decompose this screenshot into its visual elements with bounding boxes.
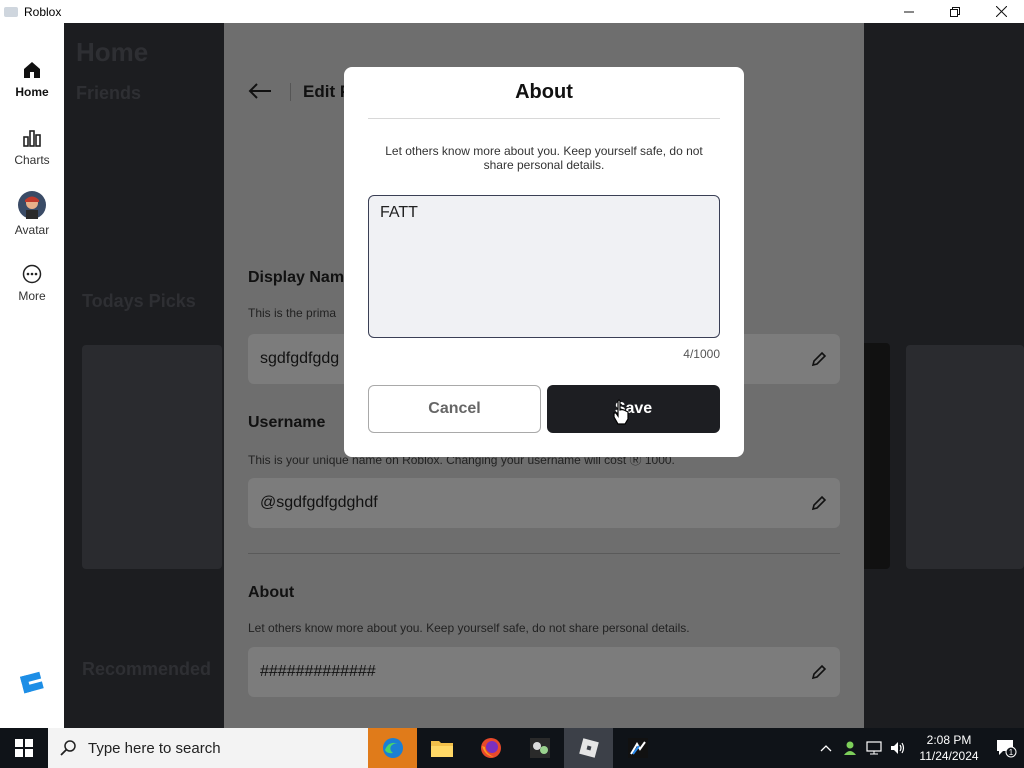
clock-time: 2:08 PM [926, 733, 972, 747]
sidebar-item-charts[interactable]: Charts [0, 127, 64, 167]
edit-profile-header: Edit P [248, 79, 351, 105]
sidebar-item-label: Avatar [14, 223, 50, 237]
about-desc: Let others know more about you. Keep you… [248, 621, 690, 635]
windows-icon [15, 739, 33, 757]
charts-icon [21, 127, 43, 149]
notification-icon[interactable]: 1 [988, 738, 1024, 758]
restore-button[interactable] [932, 0, 978, 23]
sidebar-item-home[interactable]: Home [0, 59, 64, 99]
username-value: @sgdfgdfgdghdf [260, 494, 378, 511]
display-name-desc: This is the prima [248, 306, 337, 320]
modal-description: Let others know more about you. Keep you… [385, 144, 703, 172]
taskbar-search[interactable]: Type here to search [48, 728, 368, 768]
start-button[interactable] [0, 728, 48, 768]
roblox-studio-icon[interactable] [613, 728, 662, 768]
cancel-button[interactable]: Cancel [368, 385, 541, 433]
modal-divider [368, 118, 720, 119]
username-title: Username [248, 414, 326, 431]
hand-cursor-icon [612, 399, 630, 425]
display-name-value: sgdfgdfgdg [260, 350, 340, 367]
background-game-card [906, 345, 1024, 569]
sidebar-item-label: More [18, 289, 46, 303]
roblox-studio-logo[interactable] [20, 671, 44, 695]
people-icon[interactable] [838, 740, 862, 756]
chevron-up-icon[interactable] [814, 744, 838, 752]
about-textarea[interactable] [368, 195, 720, 338]
edge-icon[interactable] [368, 728, 417, 768]
back-arrow-icon[interactable] [248, 79, 278, 105]
search-icon [60, 740, 76, 756]
background-recommended: Recommended [82, 659, 212, 679]
background-friends-heading: Friends [76, 83, 142, 103]
background-todays-picks: Todays Picks [82, 291, 196, 311]
volume-icon[interactable] [886, 741, 910, 755]
roblox-icon[interactable] [564, 728, 613, 768]
title-bar: Roblox [0, 0, 1024, 23]
taskbar: Type here to search 2:08 PM 11/24/2024 1 [0, 728, 1024, 768]
close-button[interactable] [978, 0, 1024, 23]
about-title: About [248, 584, 295, 601]
header-separator [290, 83, 291, 101]
firefox-icon[interactable] [466, 728, 515, 768]
home-icon [21, 59, 43, 81]
about-field[interactable]: ############# [248, 647, 840, 697]
network-icon[interactable] [862, 741, 886, 755]
minimize-button[interactable] [886, 0, 932, 23]
restore-icon [950, 6, 960, 17]
display-name-title: Display Nam [248, 269, 345, 286]
close-icon [995, 6, 1007, 17]
username-field[interactable]: @sgdfgdfgdghdf [248, 478, 840, 528]
section-divider [248, 553, 840, 554]
background-game-card [82, 345, 222, 569]
search-placeholder: Type here to search [88, 739, 221, 757]
pencil-icon[interactable] [810, 350, 828, 368]
sidebar-item-avatar[interactable]: Avatar [0, 191, 64, 237]
modal-title: About [515, 81, 573, 103]
save-button[interactable]: Save [547, 385, 720, 433]
about-value: ############# [260, 663, 376, 680]
more-icon [21, 263, 43, 285]
pencil-icon[interactable] [810, 494, 828, 512]
game-app-icon[interactable] [515, 728, 564, 768]
sidebar-item-label: Charts [14, 153, 50, 167]
sidebar-item-label: Home [15, 85, 49, 99]
clock-date: 11/24/2024 [919, 749, 979, 763]
minimize-icon [904, 11, 914, 12]
avatar-icon [18, 191, 46, 219]
character-counter: 4/1000 [683, 347, 720, 361]
window-title: Roblox [24, 4, 62, 19]
background-page-title: Home [76, 37, 149, 67]
about-modal: About Let others know more about you. Ke… [344, 67, 744, 457]
system-tray: 2:08 PM 11/24/2024 1 [814, 728, 1024, 768]
sidebar: Home Charts Avatar More [0, 23, 64, 728]
notification-count: 1 [1009, 748, 1014, 757]
sidebar-item-more[interactable]: More [0, 263, 64, 303]
roblox-window: Roblox Home Charts Avatar More Home Frie… [0, 0, 1024, 728]
file-explorer-icon[interactable] [417, 728, 466, 768]
window-controls [886, 0, 1024, 23]
pencil-icon[interactable] [810, 663, 828, 681]
taskbar-clock[interactable]: 2:08 PM 11/24/2024 [910, 732, 988, 764]
roblox-app-icon [4, 6, 18, 17]
